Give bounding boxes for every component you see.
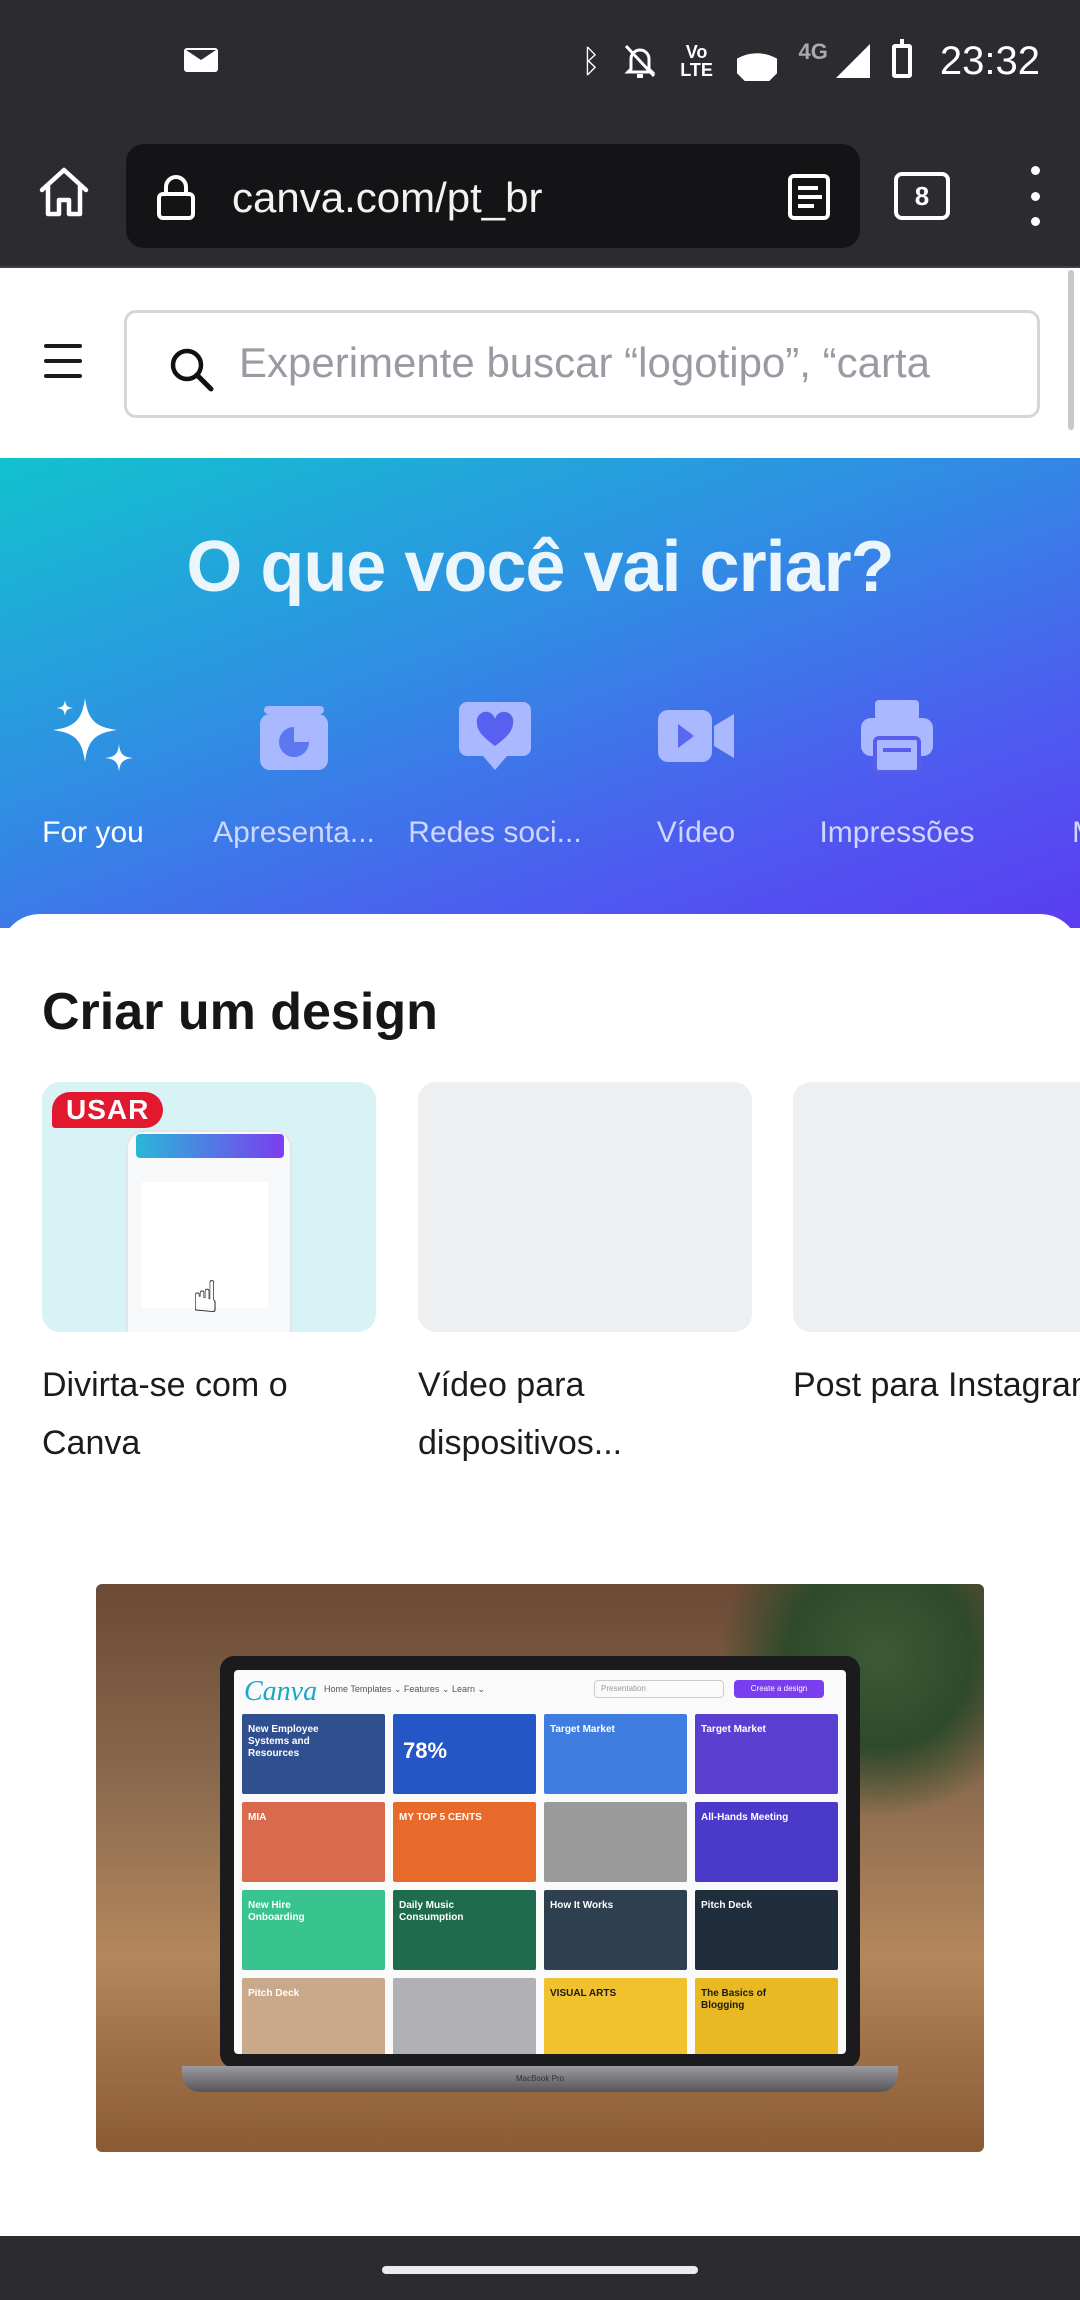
heart-chat-icon [453, 694, 537, 778]
template-tile: MY TOP 5 CENTS [393, 1802, 536, 1882]
card-caption[interactable]: Post para Instagram [793, 1356, 1080, 1414]
category-label: Impressões [819, 816, 975, 849]
home-gesture-handle[interactable] [382, 2266, 698, 2274]
preview-nav: Home Templates ⌄ Features ⌄ Learn ⌄ [324, 1684, 486, 1694]
template-tile: Daily Music Consumption [393, 1890, 536, 1970]
content-sheet: Criar um design ☝ USAR Divirta-se com o … [0, 914, 1080, 2236]
clock: 23:32 [939, 38, 1040, 83]
design-card[interactable]: Post para Instagram [793, 1082, 1080, 1414]
tab-switcher-button[interactable]: 8 [894, 172, 950, 220]
template-tile [544, 1802, 687, 1882]
category-label: Vídeo [656, 816, 736, 849]
search-input[interactable] [239, 313, 1029, 413]
category-social-media[interactable]: Redes soci... [395, 694, 595, 850]
template-tile: 78% [393, 1714, 536, 1794]
site-header [0, 270, 1080, 458]
category-label: Redes soci... [408, 816, 582, 849]
network-type: 4G [798, 39, 828, 64]
card-caption[interactable]: Divirta-se com o Canva [42, 1356, 376, 1472]
category-for-you[interactable]: For you [0, 694, 193, 850]
hamburger-menu-icon[interactable] [44, 344, 82, 378]
template-tile: New Hire Onboarding [242, 1890, 385, 1970]
category-row: For you Apresenta... Redes soci... Vídeo… [0, 694, 1080, 854]
volte-icon: Vo LTE [680, 42, 713, 80]
template-tile: The Basics of Blogging [695, 1978, 838, 2054]
laptop-screen: Canva Home Templates ⌄ Features ⌄ Learn … [220, 1656, 860, 2068]
url-text[interactable]: canva.com/pt_br [232, 174, 543, 222]
section-title: Criar um design [42, 983, 438, 1041]
hero-title: O que você vai criar? [186, 527, 894, 607]
home-icon[interactable] [36, 164, 92, 220]
mail-icon [184, 48, 218, 72]
presentation-icon [252, 694, 336, 778]
use-badge: USAR [52, 1092, 164, 1128]
category-video[interactable]: Vídeo [596, 694, 796, 850]
address-bar[interactable]: canva.com/pt_br [126, 144, 860, 248]
card-thumbnail[interactable] [793, 1082, 1080, 1332]
wifi-icon [737, 41, 777, 81]
bluetooth-icon: ᛒ [581, 42, 601, 80]
pointer-hand-icon: ☝ [192, 1272, 219, 1323]
template-tile: Pitch Deck [695, 1890, 838, 1970]
megaphone-icon [1056, 694, 1080, 778]
category-label: Apresenta... [213, 816, 375, 849]
browser-toolbar: canva.com/pt_br 8 [0, 128, 1080, 268]
reader-mode-icon[interactable] [788, 174, 830, 220]
laptop-promo-image: Canva Home Templates ⌄ Features ⌄ Learn … [96, 1584, 984, 2152]
template-tile: Target Market [695, 1714, 838, 1794]
template-tile: MIA [242, 1802, 385, 1882]
category-prints[interactable]: Impressões [797, 694, 997, 850]
overflow-menu-icon[interactable] [1018, 166, 1052, 226]
template-tile: How It Works [544, 1890, 687, 1970]
design-card[interactable]: ☝ USAR Divirta-se com o Canva [42, 1082, 376, 1472]
bell-off-icon [623, 44, 656, 78]
status-bar: ᛒ Vo LTE 4G 23:32 [0, 0, 1080, 128]
category-marketing[interactable]: Mar [998, 694, 1080, 850]
preview-create-button: Create a design [734, 1680, 824, 1698]
printer-icon [855, 694, 939, 778]
status-icons: ᛒ Vo LTE 4G 23:32 [581, 36, 1040, 86]
category-label: Mar [998, 816, 1080, 850]
page-scrollbar[interactable] [1068, 270, 1074, 430]
template-tile: Target Market [544, 1714, 687, 1794]
device-label: MacBook Pro [515, 2074, 565, 2083]
preview-search: Presentation [594, 1680, 724, 1698]
sparkle-icon [51, 694, 135, 778]
hero-banner: O que você vai criar? For you Apresenta.… [0, 458, 1080, 928]
template-tile: VISUAL ARTS [544, 1978, 687, 2054]
canva-logo: Canva [244, 1676, 318, 1707]
battery-icon [891, 39, 912, 78]
template-grid: New Employee Systems and Resources 78% T… [242, 1714, 838, 2054]
design-card[interactable]: Vídeo para dispositivos... [418, 1082, 752, 1472]
signal-icon [835, 44, 870, 78]
search-box[interactable] [124, 310, 1040, 418]
card-thumbnail[interactable]: ☝ USAR [42, 1082, 376, 1332]
video-camera-icon [654, 694, 738, 778]
canva-site-preview: Canva Home Templates ⌄ Features ⌄ Learn … [234, 1670, 846, 2054]
category-presentations[interactable]: Apresenta... [194, 694, 394, 850]
card-caption[interactable]: Vídeo para dispositivos... [418, 1356, 752, 1472]
template-tile: All-Hands Meeting [695, 1802, 838, 1882]
template-tile: New Employee Systems and Resources [242, 1714, 385, 1794]
search-icon [170, 348, 214, 392]
template-tile: Pitch Deck [242, 1978, 385, 2054]
system-nav-bar [0, 2236, 1080, 2300]
card-thumbnail[interactable] [418, 1082, 752, 1332]
template-tile [393, 1978, 536, 2054]
lock-icon[interactable] [156, 174, 196, 220]
category-label: For you [42, 816, 144, 849]
